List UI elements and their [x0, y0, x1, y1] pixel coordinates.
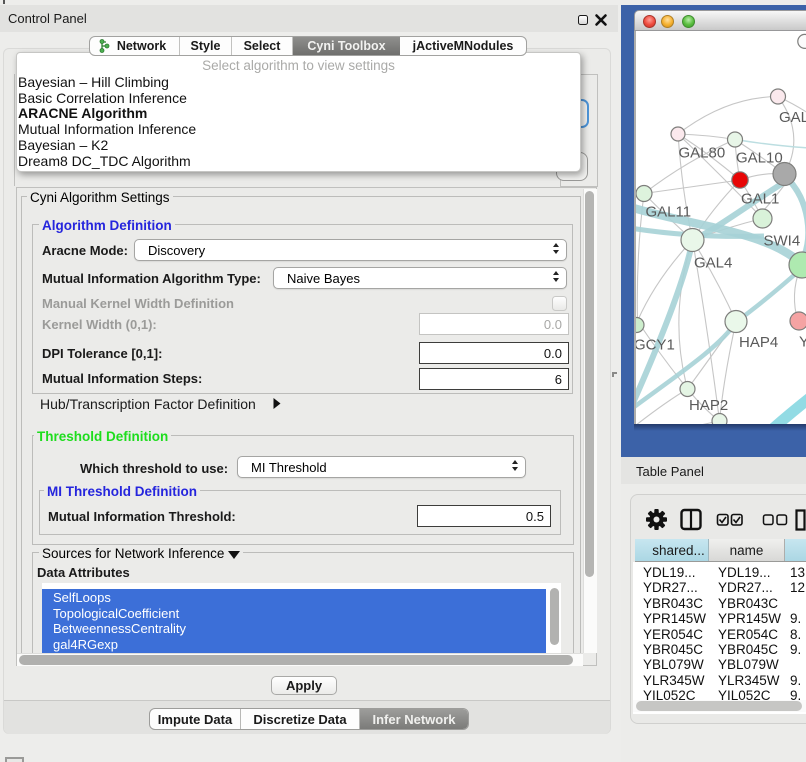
svg-text:GAL80: GAL80 — [679, 145, 726, 162]
svg-text:GAL1: GAL1 — [741, 191, 779, 208]
svg-text:Y: Y — [799, 334, 806, 351]
svg-text:GAL11: GAL11 — [646, 204, 692, 221]
svg-text:SWI4: SWI4 — [764, 233, 801, 250]
svg-text:GAL4: GAL4 — [694, 255, 732, 272]
svg-text:HAP4: HAP4 — [739, 334, 778, 351]
svg-text:GAL10: GAL10 — [736, 150, 783, 167]
svg-text:GAL: GAL — [779, 109, 806, 126]
svg-text:GCY1: GCY1 — [636, 337, 675, 354]
svg-text:HAP2: HAP2 — [689, 397, 728, 414]
